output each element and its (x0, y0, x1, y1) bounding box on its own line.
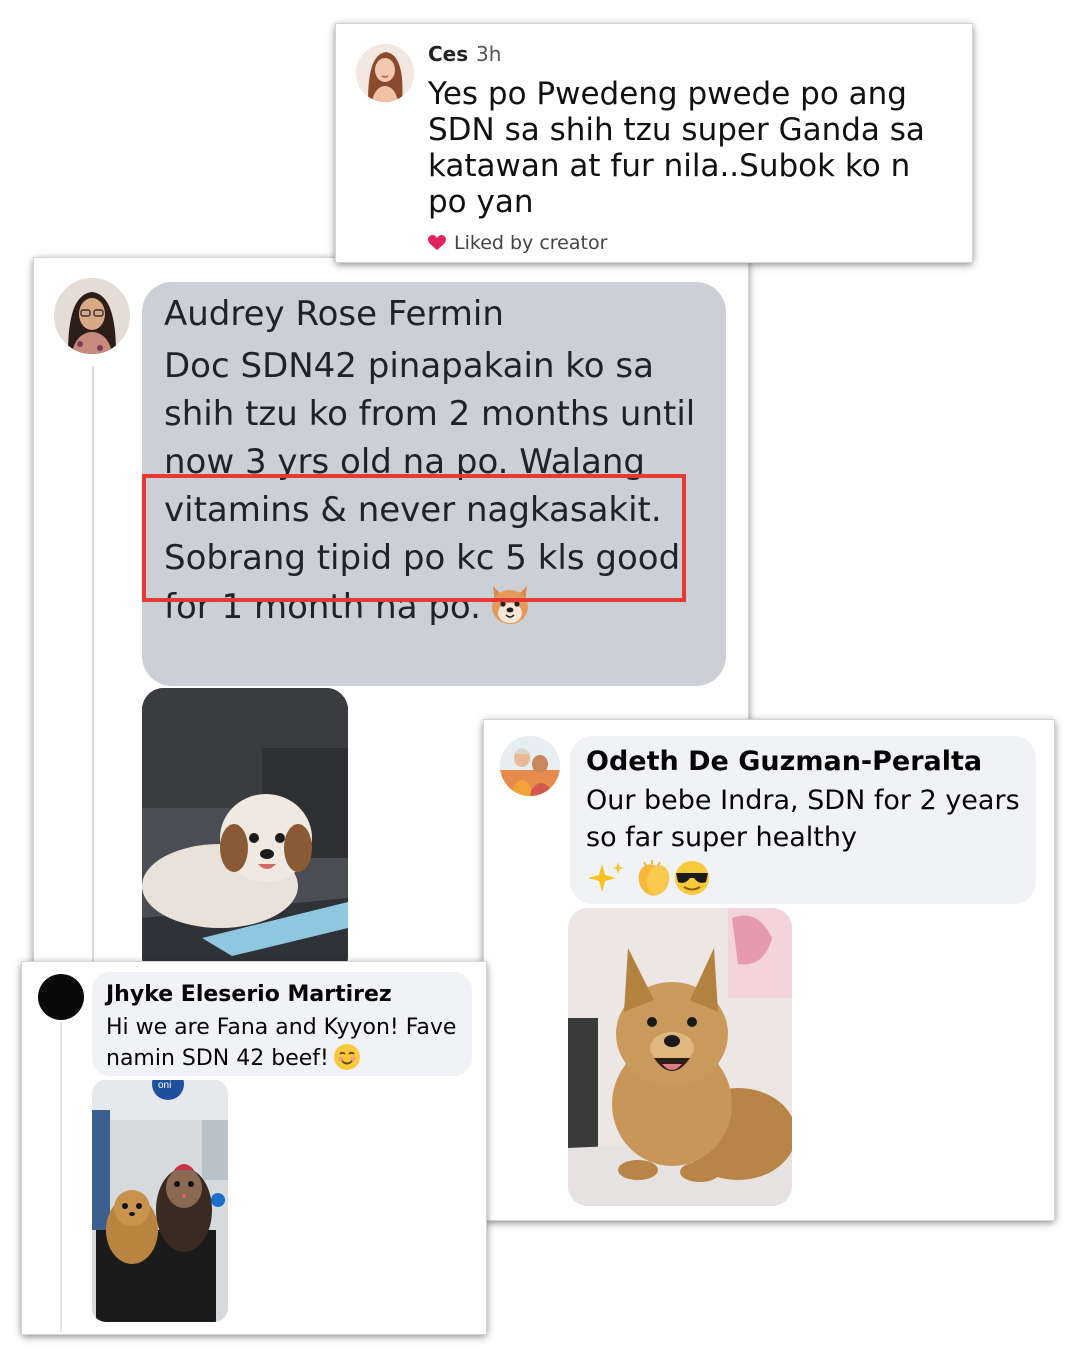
comment-bubble: Jhyke Eleserio Martirez Hi we are Fana a… (92, 972, 472, 1076)
comment-photo-two-dogs[interactable]: oni (92, 1080, 228, 1322)
heart-icon (428, 235, 446, 251)
comment-card-ces: Ces 3h Yes po Pwedeng pwede po ang SDN s… (336, 24, 972, 262)
comment-text: Our bebe Indra, SDN for 2 years so far s… (586, 785, 1020, 853)
avatar-ces[interactable] (356, 44, 414, 102)
thread-line (92, 366, 94, 976)
commenter-name[interactable]: Jhyke Eleserio Martirez (106, 982, 392, 1007)
liked-by-creator: Liked by creator (428, 232, 607, 254)
comment-card-jhyke: Jhyke Eleserio Martirez Hi we are Fana a… (22, 962, 486, 1334)
comment-photo-dog[interactable] (568, 908, 792, 1206)
comment-bubble: Odeth De Guzman-Peralta Our bebe Indra, … (570, 736, 1036, 904)
clapping-hands-emoji (638, 860, 670, 896)
avatar-audrey[interactable] (54, 278, 130, 354)
smiling-face-emoji (333, 1043, 361, 1071)
avatar-jhyke[interactable] (38, 974, 84, 1020)
comment-body: Hi we are Fana and Kyyon! Fave namin SDN… (106, 1015, 457, 1071)
commenter-name[interactable]: Ces (428, 42, 468, 66)
store-sign-text: oni (158, 1080, 171, 1091)
commenter-name[interactable]: Odeth De Guzman-Peralta (586, 746, 982, 777)
emoji-row (586, 858, 716, 898)
comment-text: Yes po Pwedeng pwede po ang SDN sa shih … (428, 76, 925, 220)
highlight-box (142, 474, 686, 602)
thread-line (60, 1022, 62, 1332)
comment-photo-shih-tzu[interactable] (142, 688, 348, 978)
sparkles-emoji (588, 862, 624, 892)
comment-timestamp: 3h (476, 42, 502, 66)
commenter-name[interactable]: Audrey Rose Fermin (164, 294, 504, 334)
sunglasses-face-emoji (675, 861, 709, 895)
liked-label: Liked by creator (454, 232, 608, 254)
comment-text: Hi we are Fana and Kyyon! Fave namin SDN… (106, 1012, 466, 1074)
avatar-odeth[interactable] (500, 736, 560, 796)
comment-card-odeth: Odeth De Guzman-Peralta Our bebe Indra, … (484, 720, 1054, 1220)
